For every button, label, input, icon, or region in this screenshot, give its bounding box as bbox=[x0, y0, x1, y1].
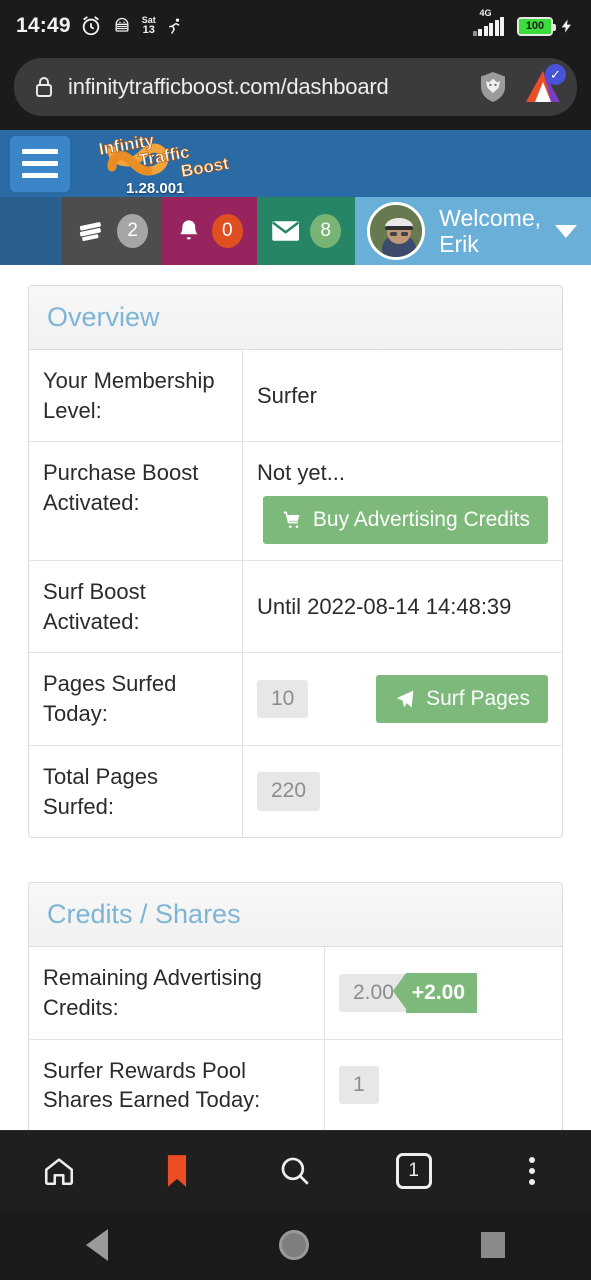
page-title: Overview bbox=[47, 302, 160, 332]
app-logo[interactable]: Infinity Traffic Boost 1.28.001 bbox=[82, 133, 242, 197]
brave-shield-icon[interactable] bbox=[475, 68, 511, 106]
nav-tile-credits-count: 2 bbox=[117, 214, 149, 248]
chevron-down-icon[interactable] bbox=[555, 224, 577, 238]
network-type: 4G bbox=[479, 7, 492, 18]
table-row: Your Membership Level: Surfer bbox=[29, 350, 562, 443]
row-value: Surfer bbox=[257, 382, 317, 408]
home-circle-icon[interactable] bbox=[279, 1230, 310, 1260]
welcome-label: Welcome, bbox=[439, 204, 541, 231]
browser-bottom-toolbar: 1 bbox=[0, 1130, 591, 1210]
avatar bbox=[367, 202, 426, 260]
row-label: Purchase Boost Activated: bbox=[29, 442, 243, 561]
row-label: Your Membership Level: bbox=[29, 350, 243, 442]
row-label: Surf Boost Activated: bbox=[29, 561, 243, 653]
app-header: Infinity Traffic Boost 1.28.001 bbox=[0, 130, 591, 197]
paper-plane-icon bbox=[396, 690, 414, 708]
table-row: Total Pages Surfed: 220 bbox=[29, 745, 562, 838]
back-icon[interactable] bbox=[85, 1229, 108, 1261]
app-version: 1.28.001 bbox=[126, 179, 185, 197]
browser-url-bar[interactable]: infinitytrafficboost.com/dashboard ✓ bbox=[0, 52, 591, 130]
credits-delta-badge: +2.00 bbox=[392, 972, 478, 1014]
user-menu[interactable]: Welcome, Erik bbox=[355, 197, 591, 265]
panel-credits-shares: Credits / Shares Remaining Advertising C… bbox=[28, 882, 563, 1130]
cart-icon bbox=[283, 511, 300, 529]
pages-surfed-today-value: 10 bbox=[257, 679, 309, 719]
panel-overview: Overview Your Membership Level: Surfer P… bbox=[28, 285, 563, 839]
panel-overview-header: Overview bbox=[29, 286, 562, 350]
row-label: Remaining Advertising Credits: bbox=[29, 947, 325, 1039]
more-vertical-icon[interactable] bbox=[501, 1143, 563, 1199]
home-icon[interactable] bbox=[28, 1143, 90, 1199]
user-name: Erik bbox=[439, 231, 479, 257]
buy-advertising-credits-label: Buy Advertising Credits bbox=[312, 508, 530, 532]
hamburger-menu-icon[interactable] bbox=[10, 135, 70, 192]
alarm-icon bbox=[82, 16, 99, 36]
cards-icon bbox=[79, 222, 101, 242]
row-label: Surfer Rewards Pool Shares Earned Today: bbox=[29, 1039, 325, 1130]
activity-icon bbox=[168, 18, 180, 34]
row-label: Total Pages Surfed: bbox=[29, 745, 243, 838]
bell-icon bbox=[180, 220, 198, 240]
search-icon[interactable] bbox=[264, 1143, 326, 1199]
shares-earned-today-value: 1 bbox=[339, 1066, 379, 1105]
status-time: 14:49 bbox=[16, 14, 71, 37]
nav-tile-notifications-count: 0 bbox=[211, 214, 243, 248]
web-page-content: Infinity Traffic Boost 1.28.001 2 0 8 We… bbox=[0, 130, 591, 1130]
recents-icon[interactable] bbox=[481, 1232, 506, 1258]
panel-title: Credits / Shares bbox=[47, 899, 241, 930]
battery-icon: 100 bbox=[517, 16, 556, 36]
row-label: Pages Surfed Today: bbox=[29, 653, 243, 745]
panel-credits-shares-header: Credits / Shares bbox=[29, 883, 562, 948]
nav-tile-messages[interactable]: 8 bbox=[256, 197, 356, 265]
signal-icon: 4G bbox=[472, 8, 512, 36]
table-row: Pages Surfed Today: 10 Surf Pages bbox=[29, 653, 562, 746]
calendar-date: 13 bbox=[142, 24, 155, 36]
row-value: Not yet... bbox=[257, 460, 346, 486]
table-row: Surf Boost Activated: Until 2022-08-14 1… bbox=[29, 561, 562, 654]
nav-tile-messages-count: 8 bbox=[310, 214, 342, 248]
tab-counter[interactable]: 1 bbox=[383, 1143, 445, 1199]
charging-icon bbox=[561, 19, 571, 33]
battery-level: 100 bbox=[519, 18, 551, 34]
welcome-text: Welcome, Erik bbox=[439, 205, 541, 258]
table-row: Purchase Boost Activated: Not yet... Buy… bbox=[29, 442, 562, 562]
android-status-bar: 14:49 Sat 13 4G 100 bbox=[0, 0, 591, 52]
envelope-icon bbox=[271, 221, 299, 241]
lock-icon bbox=[36, 77, 52, 97]
android-nav-bar bbox=[0, 1210, 591, 1280]
total-pages-surfed-value: 220 bbox=[257, 772, 321, 811]
dashboard-content: Overview Your Membership Level: Surfer P… bbox=[0, 265, 591, 1130]
nav-tile-credits[interactable]: 2 bbox=[62, 197, 163, 265]
buy-advertising-credits-button[interactable]: Buy Advertising Credits bbox=[262, 496, 548, 545]
surf-pages-button[interactable]: Surf Pages bbox=[376, 675, 548, 724]
app-navbar: 2 0 8 Welcome, Erik bbox=[0, 197, 591, 265]
table-row: Surfer Rewards Pool Shares Earned Today:… bbox=[29, 1039, 562, 1130]
nav-tile-notifications[interactable]: 0 bbox=[162, 197, 257, 265]
url-text[interactable]: infinitytrafficboost.com/dashboard bbox=[68, 74, 463, 100]
verified-check-icon: ✓ bbox=[545, 64, 566, 85]
row-value: Until 2022-08-14 14:48:39 bbox=[257, 593, 512, 619]
calendar-icon: Sat 13 bbox=[142, 16, 156, 36]
bookmark-icon[interactable] bbox=[146, 1143, 208, 1199]
surf-pages-label: Surf Pages bbox=[426, 687, 530, 711]
brave-logo-icon[interactable]: ✓ bbox=[523, 64, 566, 106]
table-row: Remaining Advertising Credits: 2.00 +2.0… bbox=[29, 947, 562, 1040]
android-icon bbox=[115, 17, 129, 32]
tab-count-value: 1 bbox=[395, 1152, 432, 1189]
